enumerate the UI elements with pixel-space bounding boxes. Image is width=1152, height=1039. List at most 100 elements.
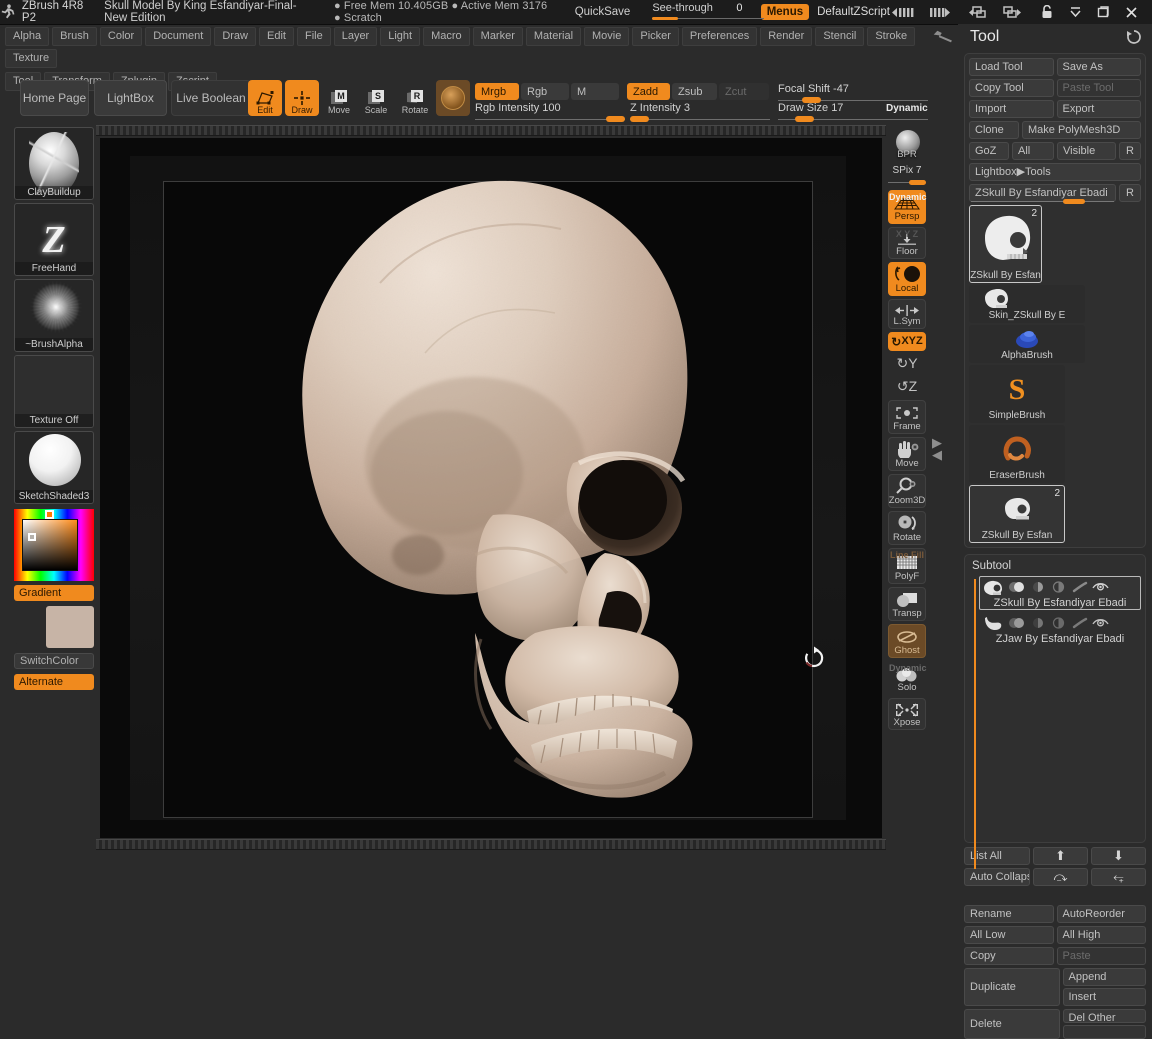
menu-item-macro[interactable]: Macro (423, 27, 470, 46)
delete-button[interactable]: Delete (964, 1009, 1060, 1039)
current-tool-r-button[interactable]: R (1119, 184, 1141, 202)
rotate-view-button[interactable]: Rotate (888, 511, 926, 545)
copy-tool-button[interactable]: Copy Tool (969, 79, 1054, 97)
restore-icon[interactable] (1090, 1, 1116, 23)
append-button[interactable]: Append (1062, 968, 1146, 986)
solo-button[interactable]: Dynamic Solo (888, 661, 927, 695)
import-button[interactable]: Import (969, 100, 1054, 118)
rotate-z-button[interactable]: ↺Z (888, 377, 926, 397)
rotate-y-button[interactable]: ↻Y (888, 354, 926, 374)
focal-shift-slider[interactable]: Focal Shift -47 (778, 83, 928, 103)
alternate-button[interactable]: Alternate (14, 674, 94, 690)
brush-toggle-icon[interactable] (1071, 580, 1088, 594)
menu-item-brush[interactable]: Brush (52, 27, 97, 46)
z-intensity-slider[interactable]: Z Intensity 3 (630, 102, 770, 122)
menu-item-color[interactable]: Color (99, 27, 143, 46)
ghost-button[interactable]: Ghost (888, 624, 926, 658)
scale-button[interactable]: S Scale (359, 80, 393, 116)
xyz-button[interactable]: ↻ XYZ (888, 332, 926, 351)
menu-item-movie[interactable]: Movie (584, 27, 630, 46)
visible-r-button[interactable]: R (1119, 142, 1141, 160)
menu-item-stencil[interactable]: Stencil (815, 27, 865, 46)
home-page-button[interactable]: Home Page (20, 80, 89, 116)
bpr-button[interactable]: BPR (888, 128, 926, 162)
tool-tile-eraserbrush[interactable]: EraserBrush (969, 425, 1065, 483)
dock-left-icon[interactable] (962, 1, 996, 23)
texture-swatch[interactable]: Texture Off (14, 355, 94, 428)
subtool-item-zskull[interactable]: ZSkull By Esfandiyar Ebadi (979, 576, 1141, 610)
zoom3d-button[interactable]: Zoom3D (888, 474, 926, 508)
lightbox-tools-button[interactable]: Lightbox▶Tools (969, 163, 1141, 181)
edit-button[interactable]: Edit (248, 80, 282, 116)
switchcolor-button[interactable]: SwitchColor (14, 653, 94, 669)
insert-button[interactable]: Insert (1062, 988, 1146, 1006)
auto-collapse-button[interactable]: Auto Collapse (964, 868, 1030, 886)
zcut-toggle[interactable]: Zcut (719, 83, 769, 100)
eye-toggle-icon[interactable] (1092, 616, 1109, 630)
del-other-button[interactable]: Del Other (1062, 1009, 1146, 1023)
polypaint-toggle-icon[interactable] (1050, 580, 1067, 594)
smooth-toggle-icon[interactable] (1029, 616, 1046, 630)
arrow-up-icon[interactable]: ⬆ (1033, 847, 1088, 865)
m-toggle[interactable]: M (571, 83, 619, 100)
tool-tile-zskull-main[interactable]: 2 ZSkull By Esfan (969, 205, 1042, 283)
skull-3d-model[interactable] (175, 163, 755, 823)
tray-left-icon[interactable] (890, 1, 924, 23)
mrgb-toggle[interactable]: Mrgb (475, 83, 519, 100)
polypaint-toggle-icon[interactable] (1050, 616, 1067, 630)
del-all-button[interactable] (1062, 1025, 1146, 1039)
move-view-button[interactable]: Move (888, 437, 926, 471)
tool-tile-simplebrush[interactable]: S SimpleBrush (969, 365, 1065, 423)
viewport[interactable]: ▲ ▼ (100, 138, 882, 838)
visibility-toggle-icon[interactable] (1008, 616, 1025, 630)
eye-toggle-icon[interactable] (1092, 580, 1109, 594)
zadd-toggle[interactable]: Zadd (627, 83, 670, 100)
export-button[interactable]: Export (1056, 100, 1141, 118)
material-swatch[interactable]: SketchShaded3 (14, 431, 94, 504)
menu-item-render[interactable]: Render (760, 27, 813, 46)
transp-button[interactable]: Transp (888, 587, 926, 621)
rotate-button[interactable]: R Rotate (398, 80, 432, 116)
lock-icon[interactable] (1034, 1, 1060, 23)
arrow-down-icon[interactable]: ⬇ (1091, 847, 1146, 865)
auto-reorder-button[interactable]: AutoReorder (1056, 905, 1146, 923)
draw-button[interactable]: Draw (285, 80, 319, 116)
current-tool-slider[interactable]: ZSkull By Esfandiyar Ebadi (969, 184, 1116, 204)
tool-tile-skin-zskull[interactable]: Skin_ZSkull By E (969, 285, 1085, 323)
floor-button[interactable]: X Y Z Floor (888, 227, 926, 259)
xpose-button[interactable]: Xpose (888, 698, 926, 730)
menu-item-texture[interactable]: Texture (5, 49, 58, 68)
persp-button[interactable]: Dynamic Persp (888, 190, 927, 224)
move-button[interactable]: M Move (322, 80, 356, 116)
tool-tile-zskull-dup[interactable]: 2 ZSkull By Esfan (969, 485, 1065, 543)
menu-item-edit[interactable]: Edit (259, 27, 294, 46)
spix-slider[interactable]: SPix 7 (888, 165, 926, 187)
menu-item-file[interactable]: File (296, 27, 331, 46)
brush-toggle-icon[interactable] (1071, 616, 1088, 630)
minimize-icon[interactable] (1062, 1, 1088, 23)
menu-item-alpha[interactable]: Alpha (5, 27, 50, 46)
rgb-intensity-slider[interactable]: Rgb Intensity 100 (475, 102, 625, 122)
arrow-down-right-icon[interactable]: ⥆ (1091, 868, 1146, 886)
tray-right-icon[interactable] (926, 1, 960, 23)
arrow-right-curve-icon[interactable]: ⤼ (1033, 868, 1088, 886)
menu-item-document[interactable]: Document (145, 27, 212, 46)
menu-item-layer[interactable]: Layer (333, 27, 378, 46)
hue-marker[interactable] (45, 510, 54, 519)
paste-subtool-button[interactable]: Paste (1056, 947, 1146, 965)
copy-subtool-button[interactable]: Copy (964, 947, 1054, 965)
primary-color-swatch[interactable] (46, 606, 94, 648)
menus-button[interactable]: Menus (760, 4, 810, 20)
quicksave-button[interactable]: QuickSave (575, 6, 631, 18)
see-through-slider[interactable]: See-through 0 (652, 1, 765, 23)
paste-tool-button[interactable]: Paste Tool (1056, 79, 1141, 97)
stroke-swatch[interactable]: Z FreeHand (14, 203, 94, 276)
all-low-button[interactable]: All Low (964, 926, 1054, 944)
tool-tile-alphabrush[interactable]: AlphaBrush (969, 325, 1085, 363)
reset-history-icon[interactable] (1126, 29, 1142, 45)
rename-button[interactable]: Rename (964, 905, 1054, 923)
local-button[interactable]: Local (888, 262, 926, 296)
save-as-button[interactable]: Save As (1056, 58, 1141, 76)
rgb-toggle[interactable]: Rgb (521, 83, 569, 100)
all-high-button[interactable]: All High (1056, 926, 1146, 944)
